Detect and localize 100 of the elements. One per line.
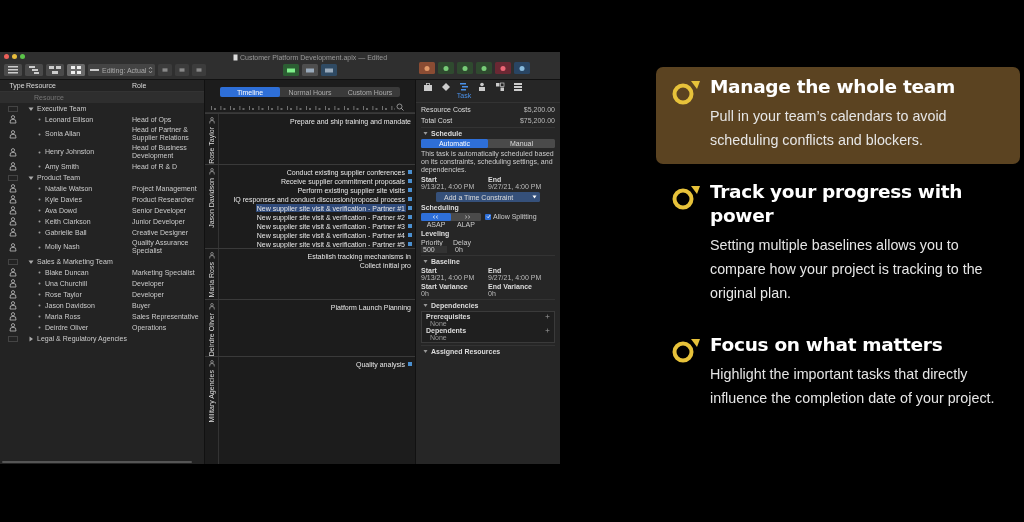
person-icon xyxy=(9,162,17,171)
bullet-icon xyxy=(37,197,42,202)
task-marker[interactable] xyxy=(408,188,412,192)
task-marker[interactable] xyxy=(408,197,412,201)
network-icon xyxy=(48,64,62,76)
person-icon xyxy=(208,117,215,124)
updown-caret-icon xyxy=(148,66,154,74)
toolbar-button[interactable] xyxy=(514,62,530,74)
chevrons-icon xyxy=(431,215,441,219)
group-icon xyxy=(8,104,18,113)
disclosure-triangle[interactable] xyxy=(423,259,428,264)
bullet-icon xyxy=(37,230,42,235)
task-marker[interactable] xyxy=(408,179,412,183)
view-button[interactable] xyxy=(46,64,64,76)
briefcase-icon xyxy=(423,82,433,92)
task-marker[interactable] xyxy=(408,215,412,219)
task-marker[interactable] xyxy=(408,242,412,246)
bullet-icon xyxy=(37,281,42,286)
disclosure-triangle[interactable] xyxy=(423,303,428,308)
add-icon[interactable] xyxy=(545,314,550,319)
view-button[interactable] xyxy=(67,64,85,76)
disclosure-triangle[interactable] xyxy=(28,174,34,181)
feature-title: Track your progress with power xyxy=(710,180,964,228)
toolbar-button[interactable] xyxy=(457,62,473,74)
bullet-icon xyxy=(37,149,42,155)
group-icon xyxy=(8,173,18,182)
grid-icon xyxy=(69,64,83,76)
bullet-icon xyxy=(37,131,42,137)
person-icon xyxy=(9,301,17,310)
task-marker[interactable] xyxy=(408,206,412,210)
disclosure-triangle[interactable] xyxy=(28,105,34,112)
person-icon xyxy=(9,129,17,139)
circle-icon xyxy=(517,64,527,72)
toolbar-button[interactable] xyxy=(495,62,511,74)
disclosure-triangle[interactable] xyxy=(28,258,34,265)
feature-item[interactable]: Focus on what matters Highlight the important tasks that directly influence the completion date of your project. xyxy=(656,325,1020,422)
view-button[interactable] xyxy=(4,64,22,76)
minimize-button[interactable] xyxy=(12,54,17,59)
toolbar-button[interactable] xyxy=(438,62,454,74)
toolbar-button[interactable] xyxy=(192,64,207,76)
group-icon xyxy=(8,334,18,343)
person-icon xyxy=(9,279,17,288)
bullet-icon xyxy=(37,292,42,297)
bar-icon xyxy=(90,67,100,73)
bullet-icon xyxy=(37,117,42,122)
hierarchy-icon xyxy=(27,64,41,76)
circle-icon xyxy=(479,64,489,72)
person-icon xyxy=(9,228,17,237)
task-marker[interactable] xyxy=(408,170,412,174)
scrollbar[interactable] xyxy=(2,461,192,463)
squares-icon xyxy=(495,82,505,92)
add-icon[interactable] xyxy=(545,328,550,333)
toolbar-button[interactable] xyxy=(419,62,435,74)
toolbar-button[interactable] xyxy=(321,64,337,76)
feature-item[interactable]: Track your progress with power Setting multiple baselines allows you to compare how your project is tracking to the original plan. xyxy=(656,172,1020,317)
allow-splitting-checkbox[interactable] xyxy=(485,213,491,220)
close-button[interactable] xyxy=(4,54,9,59)
bullet-icon xyxy=(37,303,42,308)
person-icon xyxy=(9,184,17,193)
caret-icon xyxy=(532,195,537,199)
circle-icon xyxy=(498,64,508,72)
checkmark-icon xyxy=(485,214,491,219)
toolbar-button[interactable] xyxy=(476,62,492,74)
disclosure-triangle[interactable] xyxy=(423,131,428,136)
person-icon xyxy=(9,206,17,215)
bullet-icon xyxy=(37,314,42,319)
person-icon xyxy=(208,303,215,310)
bullet-icon xyxy=(37,325,42,330)
circle-icon xyxy=(441,64,451,72)
person-icon xyxy=(208,360,215,368)
view-button[interactable] xyxy=(25,64,43,76)
person-icon xyxy=(9,312,17,321)
zoom-icon[interactable] xyxy=(396,103,404,111)
circle-icon xyxy=(422,64,432,72)
feature-title: Manage the whole team xyxy=(710,75,956,99)
person-icon xyxy=(9,195,17,204)
person-icon xyxy=(208,252,215,259)
zoom-button[interactable] xyxy=(20,54,25,59)
task-marker[interactable] xyxy=(408,362,412,367)
person-icon xyxy=(9,147,17,157)
person-icon xyxy=(9,217,17,226)
person-icon xyxy=(208,168,215,175)
person-icon xyxy=(9,268,17,277)
disclosure-triangle[interactable] xyxy=(28,335,34,342)
task-marker[interactable] xyxy=(408,224,412,228)
toolbar-button[interactable] xyxy=(283,64,299,76)
group-icon xyxy=(8,257,18,266)
person-icon xyxy=(9,323,17,332)
toolbar-button[interactable] xyxy=(158,64,173,76)
toolbar-button[interactable] xyxy=(302,64,318,76)
bullet-icon xyxy=(37,208,42,213)
toolbar-button[interactable] xyxy=(175,64,190,76)
person-icon xyxy=(9,115,17,124)
person-icon xyxy=(9,242,17,252)
task-marker[interactable] xyxy=(408,233,412,237)
diamond-icon xyxy=(441,82,451,92)
feature-card[interactable]: Manage the whole team Pull in your team’s calendars to avoid scheduling conflicts and blockers. xyxy=(656,67,1020,164)
document-icon xyxy=(232,53,238,61)
bullet-icon xyxy=(37,186,42,191)
disclosure-triangle[interactable] xyxy=(423,349,428,354)
